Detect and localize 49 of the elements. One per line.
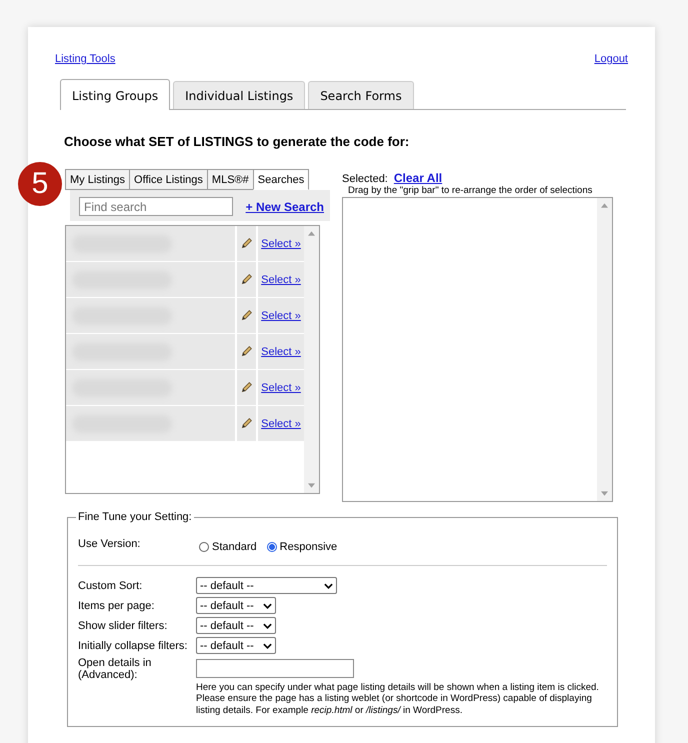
source-tab[interactable]: MLS®#	[206, 169, 253, 190]
tab[interactable]: Listing Groups	[60, 79, 170, 110]
pencil-icon[interactable]	[240, 237, 253, 250]
version-radio[interactable]: Standard	[199, 541, 257, 553]
radio-icon[interactable]	[266, 542, 277, 552]
select-link[interactable]: Select »	[261, 418, 301, 430]
field-label: Initially collapse filters:	[78, 640, 188, 652]
chevron-icon	[324, 582, 333, 588]
dropdown[interactable]: -- default --	[196, 637, 276, 654]
field-label: Items per page:	[78, 600, 156, 612]
search-field[interactable]: Find search	[79, 197, 233, 216]
details-input[interactable]	[196, 659, 354, 678]
field-label: Show slider filters:	[78, 620, 168, 632]
listing-tools-link[interactable]: Listing Tools	[55, 53, 116, 65]
section-heading: Choose what SET of LISTINGS to generate the code for:	[64, 134, 410, 149]
pencil-icon[interactable]	[240, 345, 253, 358]
step-badge: 5	[18, 162, 62, 206]
dropdown[interactable]: -- default --	[196, 597, 276, 614]
field-label: Custom Sort:	[78, 580, 144, 592]
help-text: Here you can specify under what page listing details will be shown when a listing item is clicked. Please ensure the page has a listing weblet (or shortcode in WordPress) capable of displaying listing details. For example recip.html or /listings/ in WordPress.	[196, 682, 600, 716]
logout-link[interactable]: Logout	[594, 53, 628, 65]
pencil-icon[interactable]	[240, 381, 253, 394]
selected-label: Selected:	[342, 173, 388, 185]
pencil-icon[interactable]	[240, 309, 253, 322]
select-link[interactable]: Select »	[261, 238, 301, 250]
field-label: Open details in (Advanced):	[78, 657, 152, 681]
select-link[interactable]: Select »	[261, 310, 301, 322]
clear-all-link[interactable]: Clear All	[394, 171, 442, 185]
select-link[interactable]: Select »	[261, 346, 301, 358]
pencil-icon[interactable]	[240, 273, 253, 286]
new-search-link[interactable]: + New Search	[246, 200, 324, 214]
drag-hint: Drag by the "grip bar" to re-arrange the order of selections	[348, 185, 594, 196]
pencil-icon[interactable]	[240, 417, 253, 430]
version-radio[interactable]: Responsive	[266, 541, 338, 553]
settings-legend: Fine Tune your Setting:	[76, 511, 194, 523]
chevron-icon	[263, 602, 272, 608]
tab[interactable]: Search Forms	[308, 81, 414, 109]
dropdown[interactable]: -- default --	[196, 577, 337, 594]
chevron-icon	[263, 622, 272, 628]
select-link[interactable]: Select »	[261, 382, 301, 394]
select-link[interactable]: Select »	[261, 274, 301, 286]
chevron-icon	[263, 642, 272, 648]
source-tab[interactable]: Searches	[252, 169, 310, 190]
radio-icon[interactable]	[199, 542, 209, 552]
dropdown[interactable]: -- default --	[196, 617, 276, 634]
tab[interactable]: Individual Listings	[173, 81, 306, 109]
source-tab[interactable]: Office Listings	[129, 169, 207, 190]
source-tab[interactable]: My Listings	[65, 169, 130, 190]
field-label: Use Version:	[78, 538, 142, 550]
